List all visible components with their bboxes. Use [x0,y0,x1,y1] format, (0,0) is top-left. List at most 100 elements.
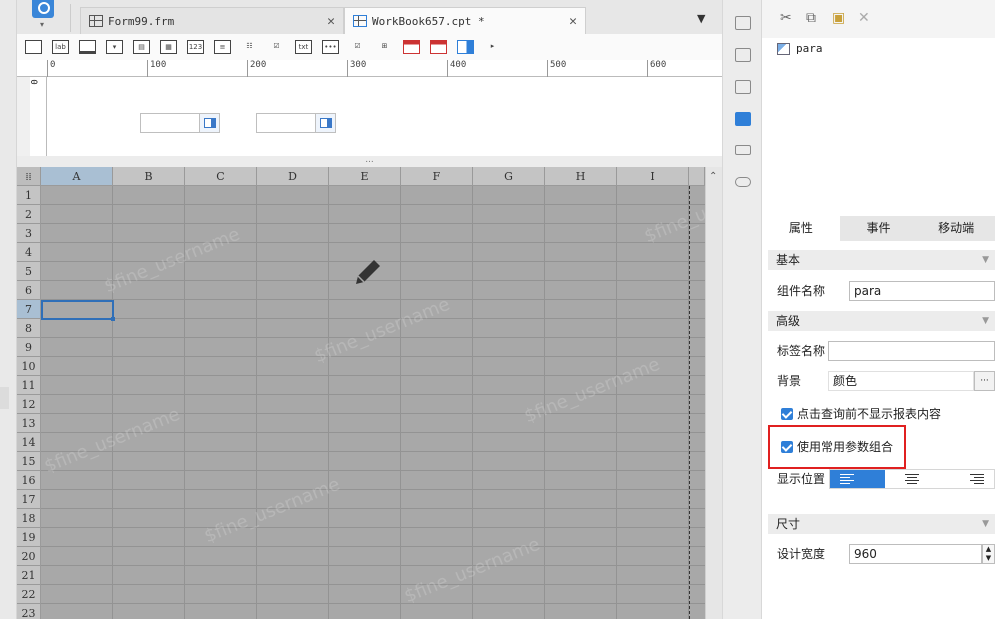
row-header[interactable]: 19 [17,528,41,547]
vertical-scrollbar[interactable]: ⌃ [705,167,722,619]
row-header[interactable]: 18 [17,509,41,528]
tree-combo-icon[interactable]: ☑ [349,40,366,54]
column-header[interactable]: F [401,167,473,186]
row-header[interactable]: 13 [17,414,41,433]
column-header[interactable]: C [185,167,257,186]
more-icon[interactable]: ▸ [484,40,501,54]
link-icon[interactable] [735,177,751,187]
column-header[interactable]: E [329,167,401,186]
text-widget-icon[interactable] [25,40,42,54]
paste-icon[interactable]: ▣ [832,10,845,26]
calendar-widget-icon[interactable]: ▦ [160,40,177,54]
background-value[interactable]: 颜色 [828,371,974,391]
checkbox-group-icon[interactable]: ☷ [241,40,258,54]
row-header[interactable]: 23 [17,604,41,619]
section-basic[interactable]: 基本 ▼ [768,250,995,270]
column-header[interactable]: A [41,167,113,186]
align-right-button[interactable] [939,470,994,488]
component-name-input[interactable]: para [849,281,995,301]
row-header[interactable]: 4 [17,243,41,262]
row-header[interactable]: 21 [17,566,41,585]
date-widget-icon[interactable]: ▤ [133,40,150,54]
preview-icon[interactable] [32,0,54,18]
cut-icon[interactable]: ✂ [780,10,792,26]
parameter-combobox[interactable] [140,113,220,133]
row-header[interactable]: 8 [17,319,41,338]
tab-workbook657[interactable]: WorkBook657.cpt * ✕ [344,7,586,34]
row-header[interactable]: 2 [17,205,41,224]
row-header[interactable]: 15 [17,452,41,471]
combobox-widget-icon[interactable]: ▾ [106,40,123,54]
tree-item-para[interactable]: para [777,42,823,55]
tab-events[interactable]: 事件 [839,216,918,241]
align-center-button[interactable] [885,470,940,488]
row-header[interactable]: 9 [17,338,41,357]
column-header[interactable]: I [617,167,689,186]
treelist-icon[interactable]: ⊞ [376,40,393,54]
splitter-handle[interactable]: ... [17,156,722,167]
row-header[interactable]: 16 [17,471,41,490]
row-header[interactable]: 7 [17,300,41,319]
row-header[interactable]: 1 [17,186,41,205]
row-header[interactable]: 3 [17,224,41,243]
close-icon[interactable]: ✕ [569,14,577,29]
select-all-corner[interactable]: ⁞⁞ [17,167,41,186]
row-header[interactable]: 14 [17,433,41,452]
column-header[interactable]: D [257,167,329,186]
form-file-icon [89,15,103,27]
password-widget-icon[interactable]: ••• [322,40,339,54]
row-header[interactable]: 10 [17,357,41,376]
section-advanced[interactable]: 高级 ▼ [768,311,995,331]
row-header[interactable]: 12 [17,395,41,414]
copy-icon[interactable]: ⧉ [806,10,816,26]
scroll-up-icon[interactable]: ⌃ [709,171,717,182]
column-header[interactable]: H [545,167,617,186]
row-header[interactable]: 20 [17,547,41,566]
tab-form99[interactable]: Form99.frm ✕ [80,7,344,34]
combobox-dropdown-icon[interactable] [199,114,219,132]
preview-dropdown-icon[interactable]: ▾ [40,20,44,29]
checkbox-icon[interactable]: ☑ [268,40,285,54]
width-stepper[interactable]: ▲ ▼ [982,544,995,564]
row-header[interactable]: 22 [17,585,41,604]
design-width-input[interactable]: 960 [849,544,982,564]
delete-icon[interactable]: ✕ [858,10,870,26]
position-label: 显示位置 [777,472,826,486]
date-red-icon[interactable] [403,40,420,54]
combobox-dropdown-icon[interactable] [315,114,335,132]
section-size[interactable]: 尺寸 ▼ [768,514,995,534]
widget-library-icon[interactable] [735,48,751,62]
toolbar-settings-icon[interactable] [735,145,751,155]
background-label: 背景 [777,374,802,388]
row-header[interactable]: 17 [17,490,41,509]
parameter-combobox[interactable] [256,113,336,133]
tab-list-icon[interactable]: ▼ [697,12,705,25]
hide-report-before-query-checkbox[interactable]: 点击查询前不显示报表内容 [781,405,941,422]
close-icon[interactable]: ✕ [327,14,335,29]
row-header[interactable]: 5 [17,262,41,281]
dropdown-blue-icon[interactable] [457,40,474,54]
layout-icon[interactable] [735,80,751,94]
left-panel-handle[interactable] [0,387,9,409]
row-header[interactable]: 11 [17,376,41,395]
column-header[interactable]: B [113,167,185,186]
label-widget-icon[interactable]: lab [52,40,69,54]
file-upload-icon[interactable]: txt [295,40,312,54]
row-header[interactable]: 6 [17,281,41,300]
number-widget-icon[interactable]: 123 [187,40,204,54]
align-left-button[interactable] [830,470,885,488]
parameter-widget-icon[interactable] [735,112,751,126]
cell-area[interactable] [41,186,705,619]
selected-cell[interactable] [41,300,115,321]
datetime-red-icon[interactable] [430,40,447,54]
tag-name-input[interactable] [828,341,995,361]
textarea-widget-icon[interactable] [79,40,96,54]
widget-list-icon[interactable] [735,16,751,30]
background-more-button[interactable]: ··· [974,371,995,391]
tab-mobile[interactable]: 移动端 [917,216,995,241]
column-header[interactable]: G [473,167,545,186]
list-widget-icon[interactable]: ≡ [214,40,231,54]
widget-toolbar: lab ▾ ▤ ▦ 123 ≡ ☷ ☑ txt ••• ☑ ⊞ ▸ [17,34,722,60]
column-header [689,167,705,186]
tab-properties[interactable]: 属性 [762,216,840,241]
